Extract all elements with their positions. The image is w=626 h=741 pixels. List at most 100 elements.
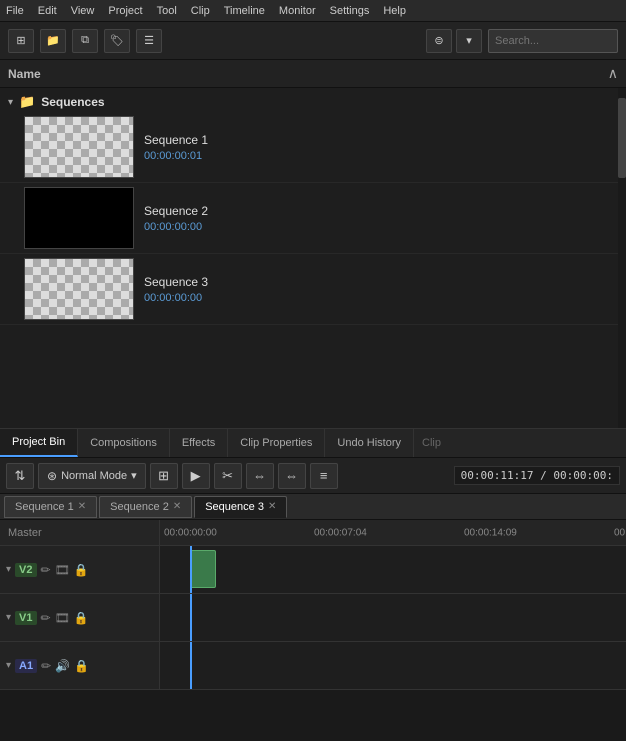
scrollbar[interactable] bbox=[618, 88, 626, 428]
chevron-icon: ▾ bbox=[131, 469, 137, 482]
sequence-3-info: Sequence 3 00:00:00:00 bbox=[144, 275, 618, 304]
menu-view[interactable]: View bbox=[71, 5, 95, 17]
ruler-tick-2: 00:00:14:09 bbox=[464, 527, 517, 538]
track-v2-content[interactable] bbox=[160, 546, 626, 593]
filter-btn[interactable]: ⊜ bbox=[426, 29, 452, 53]
sequences-group: ▾ 📁 Sequences Sequence 1 00:00:00:01 Seq… bbox=[0, 88, 626, 329]
seq-tab-1-label: Sequence 1 bbox=[15, 501, 74, 513]
content-area: ▾ 📁 Sequences Sequence 1 00:00:00:01 Seq… bbox=[0, 88, 626, 428]
track-v2-label: ▾ V2 ✏ 🎞 🔒 bbox=[0, 546, 160, 593]
align-btn[interactable]: ≡ bbox=[310, 463, 338, 489]
collapse-button[interactable]: ∧ bbox=[608, 65, 618, 82]
chevron-down-icon: ▾ bbox=[8, 97, 13, 108]
toolbar-list-btn[interactable]: ☰ bbox=[136, 29, 162, 53]
seq-tab-3[interactable]: Sequence 3 ✕ bbox=[194, 496, 287, 518]
menu-edit[interactable]: Edit bbox=[38, 5, 57, 17]
tab-clip-properties[interactable]: Clip Properties bbox=[228, 429, 325, 457]
scrollbar-thumb[interactable] bbox=[618, 98, 626, 178]
sequence-item-2[interactable]: Sequence 2 00:00:00:00 bbox=[0, 183, 626, 254]
ruler-timecodes: 00:00:00:00 00:00:07:04 00:00:14:09 00:0… bbox=[160, 520, 626, 545]
tab-project-bin[interactable]: Project Bin bbox=[0, 429, 78, 457]
track-a1-lock-icon[interactable]: 🔒 bbox=[74, 659, 89, 673]
menu-help[interactable]: Help bbox=[383, 5, 406, 17]
filter-dropdown-btn[interactable]: ▾ bbox=[456, 29, 482, 53]
search-input[interactable] bbox=[495, 35, 611, 47]
track-v2-pencil-icon[interactable]: ✏ bbox=[41, 563, 51, 577]
timecode-display: 00:00:11:17 / 00:00:00: bbox=[454, 466, 620, 485]
toolbar-grid-btn[interactable]: ⊞ bbox=[8, 29, 34, 53]
track-v1-film-icon[interactable]: 🎞 bbox=[55, 611, 70, 625]
sequence-2-info: Sequence 2 00:00:00:00 bbox=[144, 204, 618, 233]
track-v2-row: ▾ V2 ✏ 🎞 🔒 bbox=[0, 546, 626, 594]
seq-tab-2-close[interactable]: ✕ bbox=[173, 501, 181, 512]
timeline-ruler: Master 00:00:00:00 00:00:07:04 00:00:14:… bbox=[0, 520, 626, 546]
seq-tab-1-close[interactable]: ✕ bbox=[78, 501, 86, 512]
snap-btn[interactable]: ⊞ bbox=[150, 463, 178, 489]
menu-timeline[interactable]: Timeline bbox=[224, 5, 265, 17]
menu-bar: File Edit View Project Tool Clip Timelin… bbox=[0, 0, 626, 22]
track-v2-expand[interactable]: ▾ bbox=[6, 564, 11, 575]
sequence-2-timecode: 00:00:00:00 bbox=[144, 221, 618, 233]
razor-btn[interactable]: ✂ bbox=[214, 463, 242, 489]
sequence-3-thumbnail bbox=[24, 258, 134, 320]
playhead-a1 bbox=[190, 642, 192, 689]
tab-compositions[interactable]: Compositions bbox=[78, 429, 170, 457]
track-v2-lock-icon[interactable]: 🔒 bbox=[74, 563, 89, 577]
menu-file[interactable]: File bbox=[6, 5, 24, 17]
track-v2-film-icon[interactable]: 🎞 bbox=[55, 563, 70, 577]
toolbar-folder-btn[interactable]: 📁 bbox=[40, 29, 66, 53]
ruler-tick-3: 00:00:21:14 bbox=[614, 527, 626, 538]
arrow-btn[interactable]: ▶ bbox=[182, 463, 210, 489]
track-a1-expand[interactable]: ▾ bbox=[6, 660, 11, 671]
track-v1-row: ▾ V1 ✏ 🎞 🔒 bbox=[0, 594, 626, 642]
sequence-item-3[interactable]: Sequence 3 00:00:00:00 bbox=[0, 254, 626, 325]
toolbar-tag-btn[interactable]: 🏷 bbox=[104, 29, 130, 53]
sequence-2-thumbnail bbox=[24, 187, 134, 249]
track-v1-expand[interactable]: ▾ bbox=[6, 612, 11, 623]
menu-project[interactable]: Project bbox=[108, 5, 142, 17]
stretch-btn[interactable]: ⇔ bbox=[278, 463, 306, 489]
seq-tab-3-label: Sequence 3 bbox=[205, 501, 264, 513]
track-v1-label: ▾ V1 ✏ 🎞 🔒 bbox=[0, 594, 160, 641]
track-a1-content[interactable] bbox=[160, 642, 626, 689]
seq-tab-2-label: Sequence 2 bbox=[110, 501, 169, 513]
menu-clip[interactable]: Clip bbox=[191, 5, 210, 17]
seq-tab-1[interactable]: Sequence 1 ✕ bbox=[4, 496, 97, 518]
panel-title: Name bbox=[8, 67, 41, 81]
group-label: Sequences bbox=[41, 95, 104, 109]
mode-dropdown[interactable]: ⊛ Normal Mode ▾ bbox=[38, 463, 146, 489]
toolbar: ⊞ 📁 ⧉ 🏷 ☰ ⊜ ▾ bbox=[0, 22, 626, 60]
sequence-1-info: Sequence 1 00:00:00:01 bbox=[144, 133, 618, 162]
seq-tab-2[interactable]: Sequence 2 ✕ bbox=[99, 496, 192, 518]
playhead-v1 bbox=[190, 594, 192, 641]
track-v1-content[interactable] bbox=[160, 594, 626, 641]
ruler-master-label: Master bbox=[0, 520, 160, 545]
tab-effects[interactable]: Effects bbox=[170, 429, 228, 457]
mode-label: Normal Mode bbox=[61, 470, 127, 482]
filter-group: ⊜ ▾ bbox=[426, 29, 482, 53]
ruler-tick-1: 00:00:07:04 bbox=[314, 527, 367, 538]
sequence-item-1[interactable]: Sequence 1 00:00:00:01 bbox=[0, 112, 626, 183]
tab-undo-history[interactable]: Undo History bbox=[325, 429, 414, 457]
track-controls-btn[interactable]: ⇅ bbox=[6, 463, 34, 489]
ruler-tick-0: 00:00:00:00 bbox=[164, 527, 217, 538]
sequence-3-timecode: 00:00:00:00 bbox=[144, 292, 618, 304]
toolbar-copy-btn[interactable]: ⧉ bbox=[72, 29, 98, 53]
menu-monitor[interactable]: Monitor bbox=[279, 5, 316, 17]
folder-icon: 📁 bbox=[19, 94, 35, 110]
menu-settings[interactable]: Settings bbox=[330, 5, 370, 17]
track-a1-speaker-icon[interactable]: 🔊 bbox=[55, 659, 70, 673]
track-v1-lock-icon[interactable]: 🔒 bbox=[74, 611, 89, 625]
sequence-2-name: Sequence 2 bbox=[144, 204, 618, 218]
menu-tool[interactable]: Tool bbox=[157, 5, 177, 17]
track-a1-label: ▾ A1 ✏ 🔊 🔒 bbox=[0, 642, 160, 689]
track-v1-id: V1 bbox=[15, 611, 36, 625]
track-v1-pencil-icon[interactable]: ✏ bbox=[41, 611, 51, 625]
track-a1-pencil-icon[interactable]: ✏ bbox=[41, 659, 51, 673]
seq-tab-3-close[interactable]: ✕ bbox=[268, 501, 276, 512]
search-box[interactable] bbox=[488, 29, 618, 53]
clip-block-v2[interactable] bbox=[190, 550, 216, 588]
sequences-group-row[interactable]: ▾ 📁 Sequences bbox=[0, 92, 626, 112]
tab-clip: Clip bbox=[414, 437, 449, 449]
slip-btn[interactable]: ⇔ bbox=[246, 463, 274, 489]
